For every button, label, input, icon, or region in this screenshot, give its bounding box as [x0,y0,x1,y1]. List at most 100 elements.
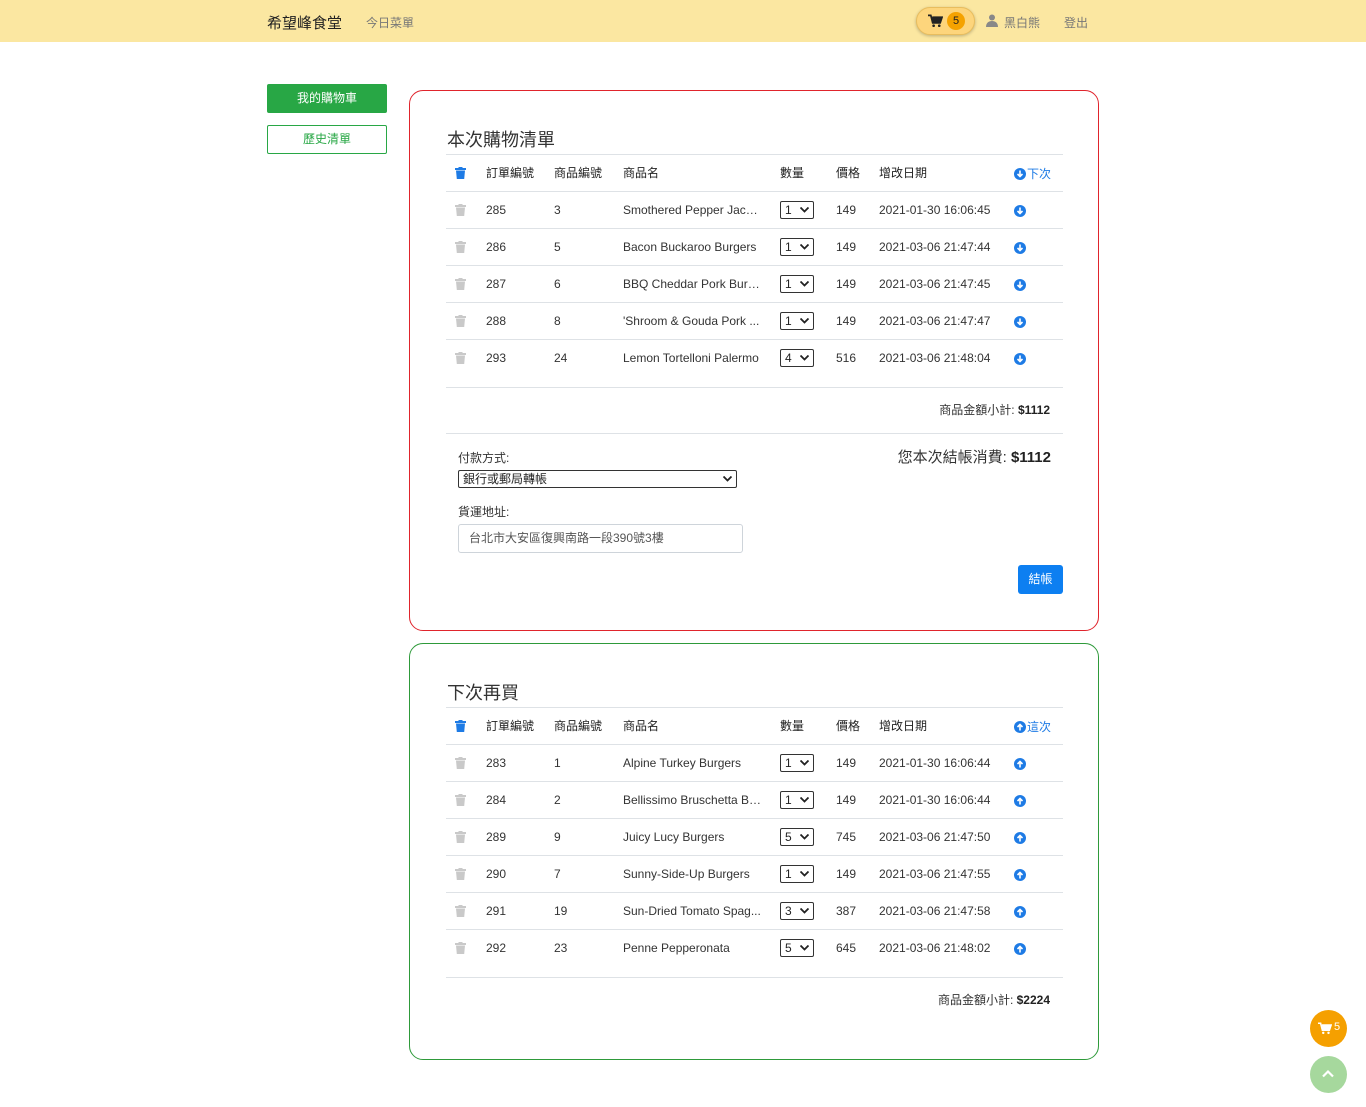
trash-icon [455,352,466,364]
col-date: 增改日期 [879,166,928,180]
quantity-select[interactable]: 1 [780,238,814,256]
quantity-select[interactable]: 3 [780,902,814,920]
price: 645 [836,941,857,955]
price: 516 [836,351,857,365]
col-product-id: 商品編號 [554,166,603,180]
scroll-to-top-button[interactable] [1310,1056,1347,1093]
trash-icon [455,241,466,253]
quantity-value: 1 [785,314,792,328]
quantity-select[interactable]: 1 [780,201,814,219]
chevron-down-icon [800,760,809,766]
chevron-down-icon [800,871,809,877]
product-id: 8 [554,314,561,328]
price: 149 [836,756,857,770]
quantity-value: 3 [785,904,792,918]
chevron-down-icon [800,207,809,213]
price: 149 [836,203,857,217]
trash-icon [455,942,466,954]
table-divider [446,387,1063,388]
quantity-select[interactable]: 5 [780,828,814,846]
arrow-circle-down-icon [1014,316,1026,328]
table-header: 訂單編號 商品編號 商品名 數量 價格 增改日期 下次 [446,155,1063,192]
table-row: 287 6 BBQ Cheddar Pork Burg... 1 149 2021-03-… [446,266,1063,303]
chevron-down-icon [723,476,732,482]
price: 149 [836,277,857,291]
product-id: 3 [554,203,561,217]
table-row: 286 5 Bacon Buckaroo Burgers 1 149 2021-03-06… [446,229,1063,266]
checkout-button[interactable]: 結帳 [1018,565,1063,594]
product-name: Juicy Lucy Burgers [623,830,725,844]
quantity-select[interactable]: 1 [780,754,814,772]
trash-icon [455,278,466,290]
trash-icon [455,757,466,769]
quantity-select[interactable]: 4 [780,349,814,367]
price: 745 [836,830,857,844]
arrow-circle-down-icon [1014,242,1026,254]
quantity-value: 1 [785,240,792,254]
arrow-circle-up-icon [1014,758,1026,770]
product-name: BBQ Cheddar Pork Burg... [623,277,763,291]
payment-select[interactable]: 銀行或郵局轉帳 [458,470,737,488]
order-id: 287 [486,277,507,291]
arrow-circle-down-icon [1014,205,1026,217]
price: 149 [836,240,857,254]
table-row: 289 9 Juicy Lucy Burgers 5 745 2021-03-06 21:… [446,819,1063,856]
trash-icon [455,794,466,806]
cart-icon [1318,1022,1332,1035]
modified-date: 2021-03-06 21:47:45 [879,277,991,291]
price: 149 [836,793,857,807]
quantity-select[interactable]: 1 [780,865,814,883]
brand-logo[interactable]: 希望峰食堂 [267,12,342,33]
modified-date: 2021-03-06 21:47:44 [879,240,991,254]
quantity-value: 1 [785,203,792,217]
user-icon [986,14,998,27]
modified-date: 2021-03-06 21:48:04 [879,351,991,365]
subtotal-label: 商品金額小計: [937,993,1014,1007]
next-time-title: 下次再買 [447,683,519,703]
logout-link[interactable]: 登出 [1064,14,1088,31]
move-all-label: 下次 [1027,167,1052,181]
order-id: 291 [486,904,507,918]
product-name: Penne Pepperonata [623,941,730,955]
chevron-down-icon [800,908,809,914]
modified-date: 2021-03-06 21:48:02 [879,941,991,955]
chevron-down-icon [800,244,809,250]
my-cart-button[interactable]: 我的購物車 [267,84,387,113]
address-input[interactable]: 台北市大安區復興南路一段390號3樓 [458,524,743,553]
table-row: 285 3 Smothered Pepper Jack ... 1 149 2021-01… [446,192,1063,229]
arrow-circle-up-icon [1014,832,1026,844]
product-name: Alpine Turkey Burgers [623,756,742,770]
quantity-select[interactable]: 1 [780,275,814,293]
order-id: 289 [486,830,507,844]
table-row: 291 19 Sun-Dried Tomato Spag... 3 387 2021-03… [446,893,1063,930]
trash-icon [455,167,466,179]
table-header: 訂單編號 商品編號 商品名 數量 價格 增改日期 這次 [446,708,1063,745]
floating-cart-button[interactable]: 5 [1310,1010,1347,1047]
table-row: 283 1 Alpine Turkey Burgers 1 149 2021-01-30 … [446,745,1063,782]
table-row: 284 2 Bellissimo Bruschetta Bu... 1 149 2021-… [446,782,1063,819]
chevron-up-icon [1322,1069,1334,1078]
quantity-select[interactable]: 1 [780,791,814,809]
table-row: 288 8 'Shroom & Gouda Pork ... 1 149 2021-03-… [446,303,1063,340]
nav-cart-button[interactable]: 5 [916,7,975,35]
trash-icon [455,905,466,917]
product-name: Sun-Dried Tomato Spag... [623,904,761,918]
price: 149 [836,314,857,328]
quantity-value: 5 [785,941,792,955]
order-id: 284 [486,793,507,807]
product-name: 'Shroom & Gouda Pork ... [623,314,760,328]
subtotal-value: $2224 [1016,993,1050,1007]
quantity-select[interactable]: 5 [780,939,814,957]
quantity-value: 1 [785,793,792,807]
arrow-circle-up-icon [1014,906,1026,918]
col-product-name: 商品名 [623,166,660,180]
quantity-select[interactable]: 1 [780,312,814,330]
history-button[interactable]: 歷史清單 [267,125,387,154]
col-order-id: 訂單編號 [486,166,535,180]
trash-icon [455,831,466,843]
chevron-down-icon [800,834,809,840]
checkout-total: 您本次結帳消費: $1112 [898,446,1051,467]
nav-today-menu[interactable]: 今日菜單 [366,14,414,31]
cart-count-badge: 5 [947,12,965,30]
product-name: Smothered Pepper Jack ... [623,203,763,217]
